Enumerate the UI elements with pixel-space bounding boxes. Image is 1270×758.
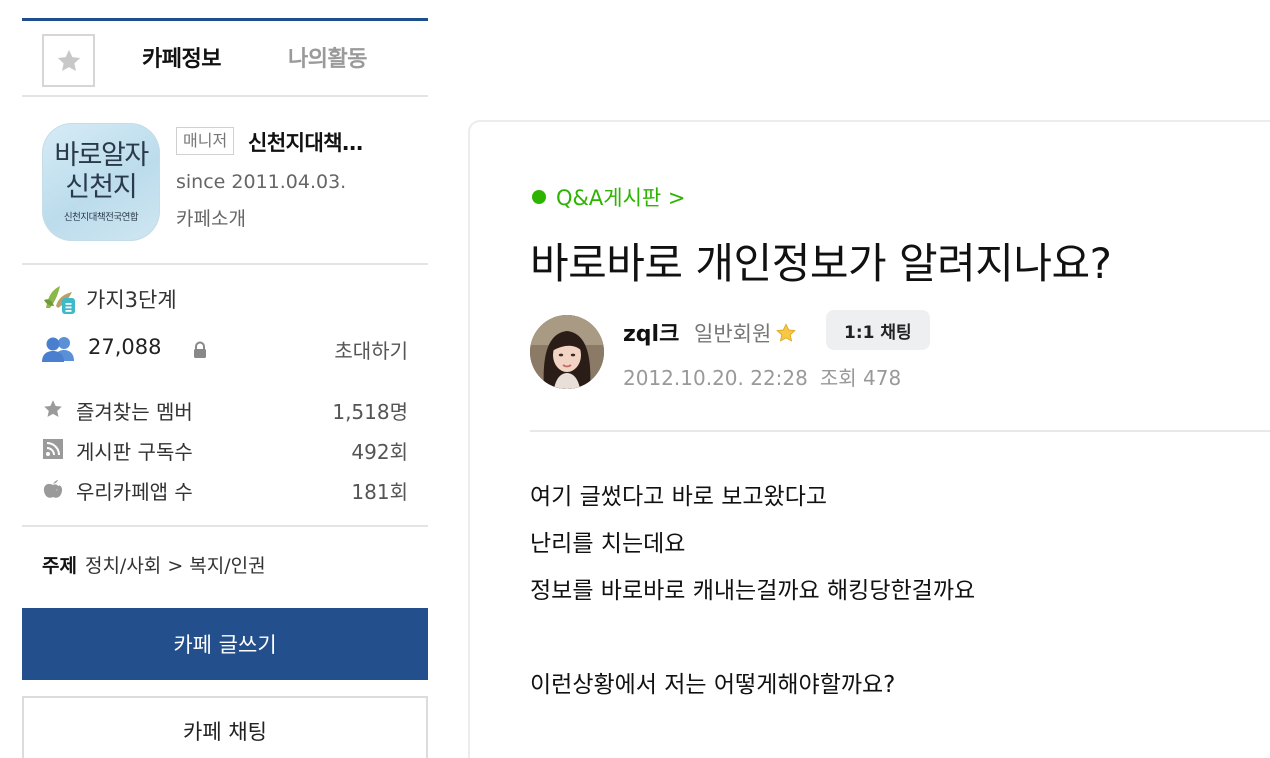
favorite-cafe-button[interactable] (42, 34, 95, 87)
board-dot-icon (532, 190, 546, 204)
cafe-stats-section: 가지3단계 27,088 초대하기 즐겨찾는 멤버 1,518명 게시판 구독수… (22, 267, 428, 527)
author-photo (530, 315, 604, 389)
manager-badge: 매니저 (176, 127, 235, 155)
apple-icon (42, 478, 64, 500)
content-line: 이런상황에서 저는 어떻게해야할까요? (530, 672, 896, 698)
lock-icon (194, 341, 206, 358)
board-subscriptions-value: 492회 (351, 440, 408, 464)
cafe-grade-label: 가지3단계 (86, 288, 177, 312)
cafe-topic: 주제 정치/사회 > 복지/인권 (42, 551, 266, 578)
board-link[interactable]: Q&A게시판 > (532, 182, 686, 212)
sidebar-tabs: 카페정보 나의활동 (22, 21, 428, 97)
cafe-topic-label: 주제 (42, 555, 77, 577)
cafe-sidebar: 카페정보 나의활동 바로알자 신천지 신천지대책전국연합 매니저 신천지대책… … (22, 18, 428, 758)
cafe-topic-value[interactable]: 정치/사회 > 복지/인권 (85, 555, 266, 577)
tab-my-activity[interactable]: 나의활동 (288, 41, 367, 73)
board-link-label: Q&A게시판 > (556, 186, 686, 210)
member-count-row: 27,088 초대하기 (42, 333, 408, 365)
rss-icon (42, 438, 64, 460)
cafe-app-value: 181회 (351, 480, 408, 504)
star-icon (42, 398, 64, 420)
content-line: 난리를 치는데요 (530, 531, 686, 557)
header-divider (530, 430, 1270, 432)
content-line: 여기 글썼다고 바로 보고왔다고 (530, 484, 828, 510)
star-icon (57, 49, 80, 71)
cafe-logo-text-3: 신천지대책전국연합 (63, 212, 139, 223)
favorite-members-value: 1,518명 (332, 400, 408, 424)
cafe-app-row: 우리카페앱 수 181회 (42, 474, 408, 504)
article-title: 바로바로 개인정보가 알려지나요? (530, 239, 1112, 288)
author-level: 일반회원 (694, 318, 797, 348)
board-subscriptions-row: 게시판 구독수 492회 (42, 434, 408, 464)
cafe-intro-link[interactable]: 카페소개 (176, 204, 246, 231)
content-line: 정보를 바로바로 캐내는걸까요 해킹당한걸까요 (530, 578, 976, 604)
content-blank-line (530, 615, 975, 662)
invite-button[interactable]: 초대하기 (334, 335, 408, 364)
cafe-info-section: 바로알자 신천지 신천지대책전국연합 매니저 신천지대책… since 2011… (22, 97, 428, 265)
cafe-app-label: 우리카페앱 수 (76, 480, 193, 504)
cafe-name[interactable]: 신천지대책… (248, 127, 363, 157)
cafe-chat-button[interactable]: 카페 채팅 (22, 696, 428, 758)
branch-grade-icon (44, 286, 75, 314)
cafe-logo-text-1: 바로알자 (54, 140, 149, 171)
cafe-logo[interactable]: 바로알자 신천지 신천지대책전국연합 (42, 123, 160, 241)
member-star-icon (776, 323, 797, 342)
one-to-one-chat-button[interactable]: 1:1 채팅 (826, 310, 930, 350)
cafe-grade[interactable]: 가지3단계 (42, 283, 177, 315)
post-date: 2012.10.20. 22:28 (623, 366, 808, 390)
member-count: 27,088 (88, 335, 162, 359)
members-icon (42, 337, 74, 362)
cafe-logo-text-2: 신천지 (65, 172, 138, 203)
article-content: 여기 글썼다고 바로 보고왔다고 난리를 치는데요 정보를 바로바로 캐내는걸까… (530, 474, 975, 709)
favorite-members-row: 즐겨찾는 멤버 1,518명 (42, 394, 408, 424)
board-subscriptions-label: 게시판 구독수 (76, 440, 193, 464)
author-avatar[interactable] (530, 315, 604, 389)
article-panel: Q&A게시판 > 바로바로 개인정보가 알려지나요? zql크 일반회원 1:1… (468, 120, 1270, 758)
cafe-write-button[interactable]: 카페 글쓰기 (22, 608, 428, 680)
favorite-members-label: 즐겨찾는 멤버 (76, 400, 193, 424)
author-name[interactable]: zql크 (623, 316, 679, 348)
cafe-since-date: since 2011.04.03. (176, 171, 347, 193)
tab-cafe-info[interactable]: 카페정보 (142, 41, 221, 73)
post-meta: 2012.10.20. 22:28 조회 478 (623, 362, 901, 391)
author-level-label: 일반회원 (694, 322, 772, 346)
post-views: 조회 478 (819, 366, 902, 390)
